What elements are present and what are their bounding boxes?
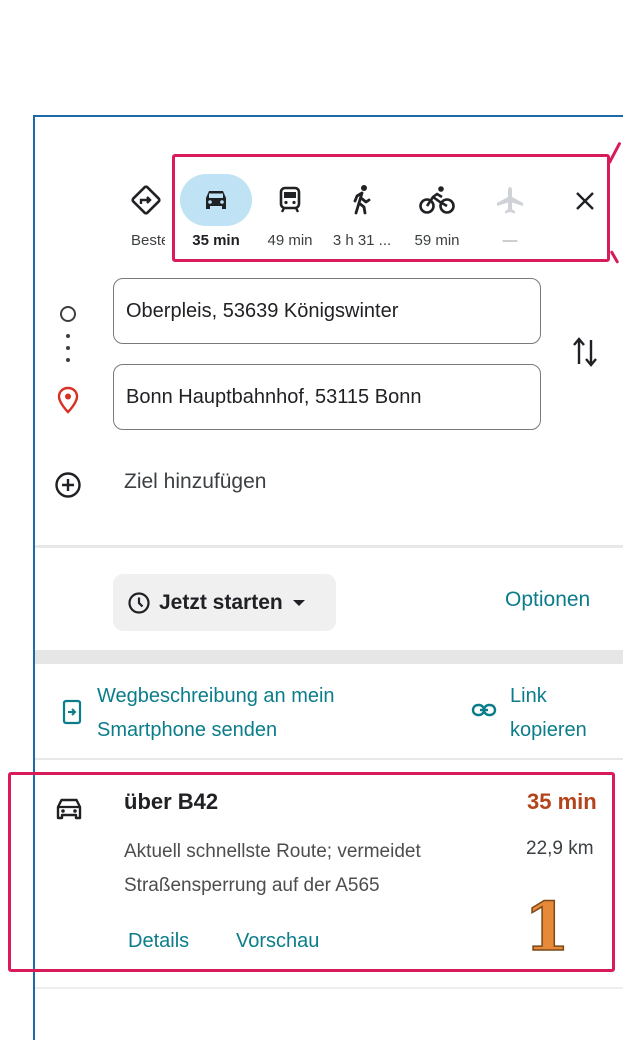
depart-label: Jetzt starten [159,590,283,614]
swap-arrows-icon [573,337,597,367]
send-line2: Smartphone senden [97,719,278,741]
origin-circle-icon [60,306,76,322]
copy-link-button[interactable]: Link kopieren [510,679,587,747]
add-circle-icon [55,472,81,498]
copy-line2: kopieren [510,719,587,741]
route-dot [66,358,70,362]
send-to-phone-button[interactable]: Wegbeschreibung an mein Smartphone sende… [97,679,335,747]
add-stop-button[interactable] [53,470,83,505]
destination-pin-icon [57,386,79,419]
origin-input[interactable]: Oberpleis, 53639 Königswinter [113,278,541,344]
send-to-phone-icon [62,699,82,730]
link-icon [471,700,497,725]
route-dot [66,334,70,338]
section-divider [35,758,623,760]
section-divider [35,987,623,989]
annotation-step-number: 1 [523,887,570,967]
depart-time-dropdown[interactable]: Jetzt starten [113,574,336,631]
highlight-box-modes [172,154,610,262]
add-stop-label[interactable]: Ziel hinzufügen [124,470,266,494]
send-line1: Wegbeschreibung an mein [97,685,335,707]
route-dot [66,346,70,350]
mode-best-label: Beste [131,232,165,249]
section-divider [35,545,623,548]
swap-button[interactable] [570,334,600,375]
dropdown-arrow-icon [292,599,305,606]
destination-input[interactable]: Bonn Hauptbahnhof, 53115 Bonn [113,364,541,430]
copy-line1: Link [510,685,547,707]
section-divider-thick [35,650,623,664]
clock-icon [128,591,150,614]
options-button[interactable]: Optionen [505,588,590,612]
